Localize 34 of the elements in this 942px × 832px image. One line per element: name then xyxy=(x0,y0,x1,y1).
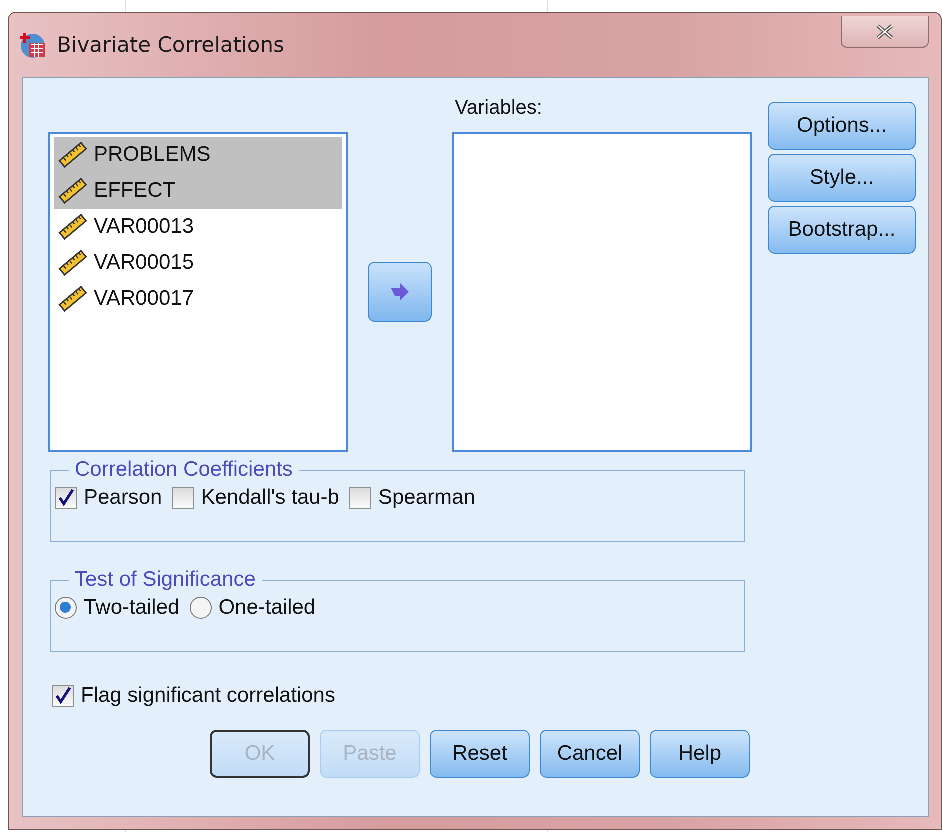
group-title: Test of Significance xyxy=(74,568,257,592)
checkbox[interactable] xyxy=(172,487,194,509)
arrow-right-icon xyxy=(389,282,411,302)
radio-label: One-tailed xyxy=(218,596,316,620)
app-icon xyxy=(19,31,47,59)
checkbox[interactable] xyxy=(55,487,77,509)
side-button[interactable]: Options... xyxy=(768,102,916,150)
radio-button[interactable] xyxy=(190,597,212,619)
variable-item[interactable]: EFFECT xyxy=(54,173,342,209)
variable-item[interactable]: VAR00013 xyxy=(54,209,342,245)
move-right-button[interactable] xyxy=(368,262,432,322)
checkbox[interactable] xyxy=(52,685,74,707)
variables-label: Variables: xyxy=(455,97,544,121)
variable-item[interactable]: PROBLEMS xyxy=(54,137,342,173)
dialog-button[interactable]: Cancel xyxy=(540,730,640,778)
source-variable-list[interactable]: PROBLEMS EFFECT VAR00013 VAR00015 VAR00017 xyxy=(48,132,348,452)
close-icon xyxy=(875,24,895,40)
dialog-button[interactable]: Help xyxy=(650,730,750,778)
group-title: Correlation Coefficients xyxy=(74,458,294,482)
variable-item[interactable]: VAR00015 xyxy=(54,245,342,281)
close-button[interactable] xyxy=(841,16,929,48)
side-button[interactable]: Style... xyxy=(768,154,916,202)
checkbox[interactable] xyxy=(349,487,372,509)
side-button[interactable]: Bootstrap... xyxy=(768,206,916,254)
checkbox-label: Kendall's tau-b xyxy=(201,486,340,510)
radio-label: Two-tailed xyxy=(84,596,180,620)
checkbox-label: Flag significant correlations xyxy=(81,684,336,708)
checkbox-label: Pearson xyxy=(84,486,162,510)
variables-list[interactable] xyxy=(452,132,752,452)
dialog-button[interactable]: Reset xyxy=(430,730,530,778)
checkbox-label: Spearman xyxy=(378,486,476,510)
radio-button[interactable] xyxy=(55,597,77,619)
window-title: Bivariate Correlations xyxy=(57,33,284,57)
variable-item[interactable]: VAR00017 xyxy=(54,281,342,317)
